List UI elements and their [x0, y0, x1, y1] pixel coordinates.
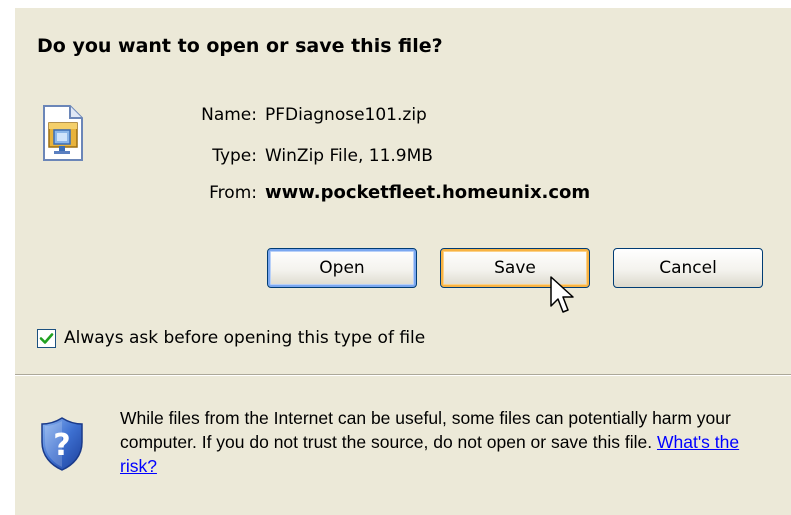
dialog-question: Do you want to open or save this file? [37, 35, 443, 57]
open-button[interactable]: Open [267, 248, 417, 288]
name-label: Name: [201, 105, 257, 125]
cancel-button[interactable]: Cancel [613, 248, 763, 288]
always-ask-checkbox[interactable] [37, 328, 56, 348]
security-shield-question-icon: ? [41, 417, 83, 471]
mouse-pointer-icon [550, 276, 574, 313]
warning-text: While files from the Internet can be use… [120, 408, 731, 452]
file-type: WinZip File, 11.9MB [265, 146, 433, 166]
svg-text:?: ? [53, 428, 70, 463]
checkmark-icon [39, 332, 54, 344]
file-name: PFDiagnose101.zip [265, 105, 427, 125]
always-ask-label[interactable]: Always ask before opening this type of f… [64, 328, 425, 348]
type-label: Type: [212, 146, 257, 166]
file-source: www.pocketfleet.homeunix.com [265, 182, 591, 203]
file-download-dialog: Do you want to open or save this file? N… [15, 8, 791, 515]
security-warning: While files from the Internet can be use… [120, 406, 775, 478]
from-label: From: [209, 183, 257, 203]
zip-file-icon [43, 105, 83, 161]
always-ask-option[interactable]: Always ask before opening this type of f… [37, 328, 425, 348]
